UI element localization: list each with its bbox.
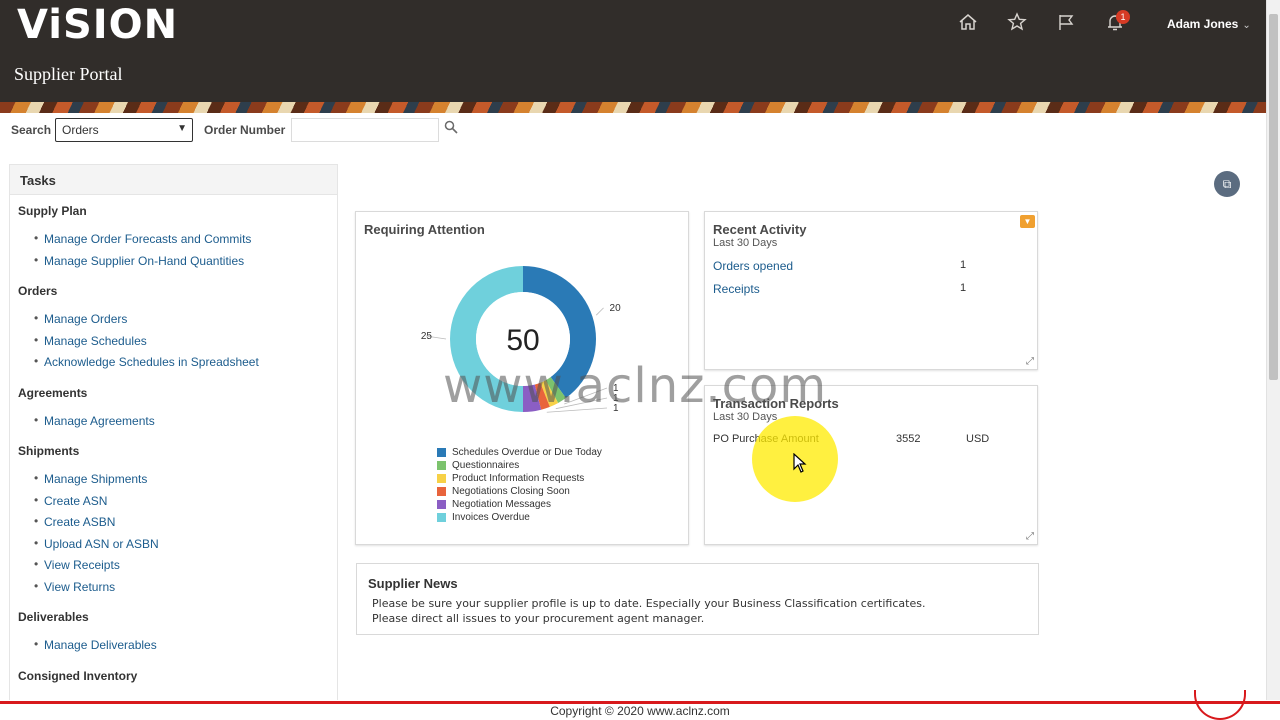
mouse-cursor-icon	[793, 452, 807, 478]
order-number-label: Order Number	[204, 123, 286, 137]
slice-value-label: 20	[610, 303, 622, 314]
expand-icon[interactable]: ⤢	[1026, 531, 1034, 542]
task-group: Orders Manage OrdersManage SchedulesAckno…	[10, 284, 337, 377]
legend-item: Invoices Overdue	[437, 511, 602, 524]
chart-legend: Schedules Overdue or Due Today Questionna…	[437, 446, 602, 524]
chevron-down-icon: ⌄	[1242, 20, 1251, 31]
search-icon[interactable]	[444, 120, 458, 138]
supplier-news-card: Supplier News Please be sure your suppli…	[356, 563, 1039, 635]
orders-opened-count: 1	[960, 259, 967, 271]
requiring-attention-title: Requiring Attention	[364, 222, 485, 237]
search-category-select[interactable]: Orders ▼	[55, 118, 193, 142]
po-purchase-amount-currency: USD	[966, 433, 990, 445]
task-group-title: Orders	[18, 284, 58, 298]
receipts-count: 1	[960, 282, 967, 294]
task-group-title: Consigned Inventory	[18, 668, 138, 683]
task-group-title: Shipments	[18, 444, 80, 458]
tasks-panel: Tasks Supply Plan Manage Order Forecasts …	[9, 164, 338, 700]
page-scrollbar[interactable]	[1266, 0, 1280, 700]
legend-item: Negotiations Closing Soon	[437, 485, 602, 498]
task-link[interactable]: Create ASBN	[18, 514, 329, 537]
star-icon[interactable]	[1006, 12, 1028, 34]
chevron-down-icon: ▼	[177, 123, 187, 134]
task-group: Supply Plan Manage Order Forecasts and Co…	[10, 204, 337, 275]
po-purchase-amount-value: 3552	[896, 433, 921, 445]
task-link[interactable]: Manage Order Forecasts and Commits	[18, 231, 329, 254]
task-group-title: Supply Plan	[18, 204, 87, 218]
decorative-banner	[0, 102, 1266, 113]
task-group: Shipments Manage ShipmentsCreate ASNCreat…	[10, 444, 337, 601]
news-line-2: Please direct all issues to your procure…	[372, 612, 705, 625]
home-icon[interactable]	[957, 12, 979, 34]
scrollbar-thumb[interactable]	[1269, 14, 1278, 380]
receipts-link[interactable]: Receipts	[713, 282, 760, 296]
task-link[interactable]: Manage Deliverables	[18, 637, 329, 660]
supplier-news-title: Supplier News	[368, 576, 458, 591]
task-group: Deliverables Manage Deliverables	[10, 610, 337, 660]
legend-label: Schedules Overdue or Due Today	[452, 447, 602, 458]
recent-activity-title: Recent Activity	[713, 222, 807, 237]
task-link[interactable]: Manage Supplier On-Hand Quantities	[18, 253, 329, 276]
flag-icon[interactable]	[1055, 12, 1077, 34]
task-link[interactable]: View Returns	[18, 579, 329, 602]
legend-swatch	[437, 500, 446, 509]
task-group: Consigned Inventory	[10, 669, 337, 683]
legend-swatch	[437, 513, 446, 522]
portal-title: Supplier Portal	[14, 64, 123, 84]
expand-icon[interactable]: ⤢	[1026, 356, 1034, 367]
task-link[interactable]: Manage Schedules	[18, 333, 329, 356]
legend-item: Schedules Overdue or Due Today	[437, 446, 602, 459]
search-category-value: Orders	[62, 123, 99, 137]
panel-toggle-button[interactable]: ⧉	[1214, 171, 1240, 197]
task-link[interactable]: Create ASN	[18, 493, 329, 516]
donut-total: 50	[506, 324, 539, 357]
task-link[interactable]: View Receipts	[18, 557, 329, 580]
legend-item: Questionnaires	[437, 459, 602, 472]
order-number-input[interactable]	[291, 118, 439, 142]
legend-label: Negotiation Messages	[452, 499, 551, 510]
task-link[interactable]: Manage Shipments	[18, 471, 329, 494]
vision-logo: ViSION	[17, 2, 179, 48]
legend-swatch	[437, 448, 446, 457]
slice-value-label: 25	[421, 331, 433, 342]
legend-label: Invoices Overdue	[452, 512, 530, 523]
task-group-title: Deliverables	[18, 610, 89, 624]
task-group: Agreements Manage Agreements	[10, 386, 337, 436]
legend-label: Negotiations Closing Soon	[452, 486, 570, 497]
task-link[interactable]: Acknowledge Schedules in Spreadsheet	[18, 354, 329, 377]
tasks-title: Tasks	[10, 165, 337, 195]
recent-activity-card: Recent Activity Last 30 Days ▼ Orders op…	[704, 211, 1038, 370]
recent-activity-subtitle: Last 30 Days	[713, 237, 778, 249]
legend-swatch	[437, 487, 446, 496]
task-link[interactable]: Manage Agreements	[18, 413, 329, 436]
notification-badge: 1	[1116, 10, 1130, 24]
watermark-text: www.aclnz.com	[443, 358, 828, 414]
news-line-1: Please be sure your supplier profile is …	[372, 597, 926, 610]
footer-copyright: Copyright © 2020 www.aclnz.com	[0, 704, 1280, 720]
legend-label: Product Information Requests	[452, 473, 585, 484]
task-group-title: Agreements	[18, 385, 88, 400]
legend-item: Product Information Requests	[437, 472, 602, 485]
app-header: ViSION Supplier Portal 1 Adam Jones ⌄	[0, 0, 1266, 102]
orders-opened-link[interactable]: Orders opened	[713, 259, 793, 273]
slice-leader-line	[595, 307, 604, 316]
legend-swatch	[437, 461, 446, 470]
task-link[interactable]: Upload ASN or ASBN	[18, 536, 329, 559]
task-link[interactable]: Manage Orders	[18, 311, 329, 334]
search-label: Search	[11, 123, 52, 137]
legend-item: Negotiation Messages	[437, 498, 602, 511]
card-menu-icon[interactable]: ▼	[1020, 215, 1035, 228]
legend-swatch	[437, 474, 446, 483]
user-menu[interactable]: Adam Jones ⌄	[1167, 17, 1251, 31]
legend-label: Questionnaires	[452, 460, 520, 471]
user-name: Adam Jones	[1167, 17, 1239, 31]
